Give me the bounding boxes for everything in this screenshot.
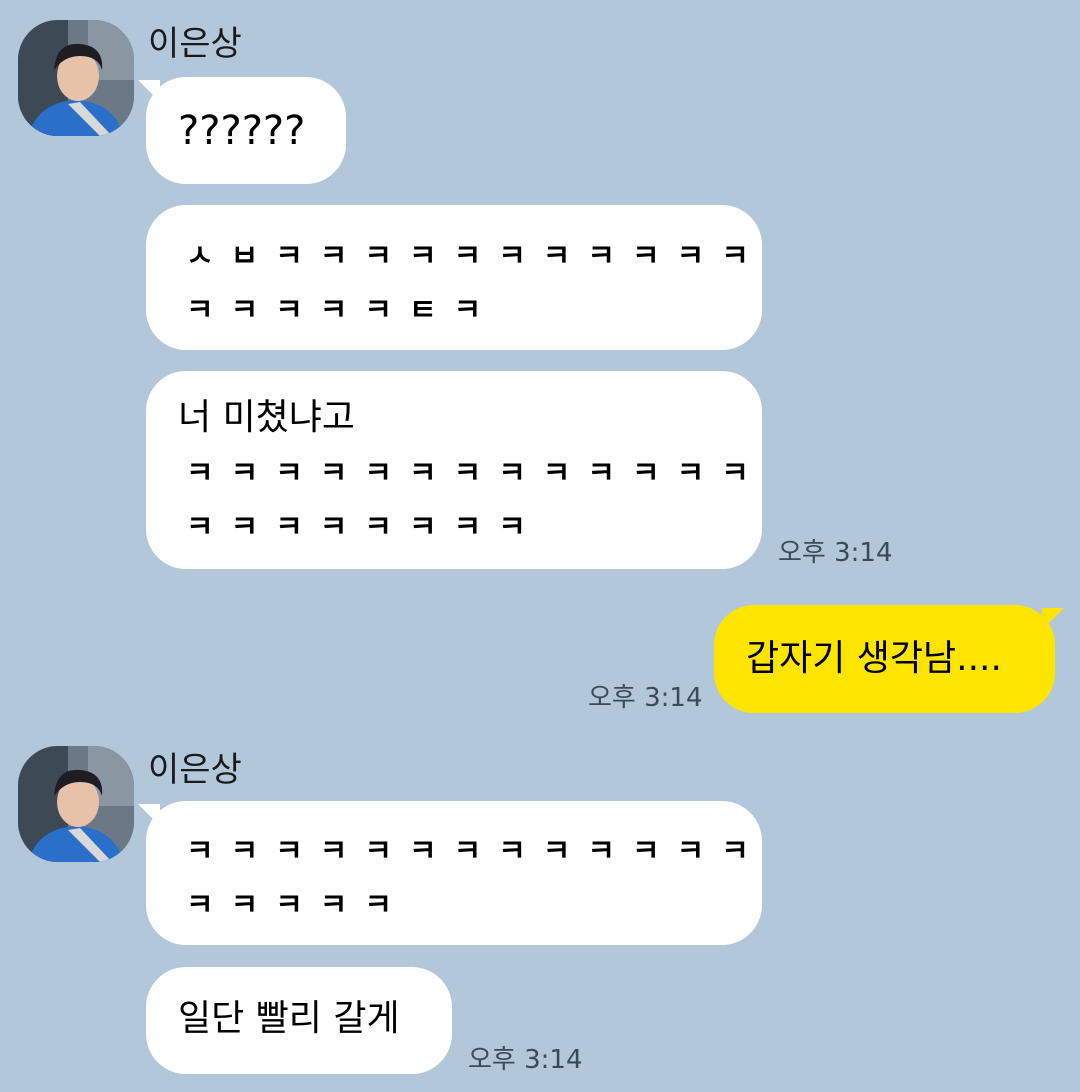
- message-text-line: ㅅㅂㅋㅋㅋㅋㅋㅋㅋㅋㅋㅋㅋ: [186, 239, 766, 274]
- message-time: 오후 3:14: [468, 1045, 583, 1075]
- message-text-line: ㅋㅋㅋㅋㅋㅌㅋ: [186, 293, 499, 328]
- sender-name: 이은상: [148, 750, 242, 790]
- message-text-line: 너 미쳤냐고: [178, 397, 356, 438]
- avatar-photo-icon: [18, 20, 134, 136]
- bubble-tail: [1042, 608, 1064, 630]
- sender-avatar[interactable]: [18, 746, 134, 862]
- message-time: 오후 3:14: [588, 683, 703, 713]
- sender-name: 이은상: [148, 24, 242, 64]
- message-text: 일단 빨리 갈게: [178, 998, 400, 1039]
- message-bubble[interactable]: ㅋㅋㅋㅋㅋㅋㅋㅋㅋㅋㅋㅋㅋ ㅋㅋㅋㅋㅋ: [146, 801, 762, 945]
- message-text-line: ㅋㅋㅋㅋㅋ: [186, 888, 409, 923]
- message-text: 갑자기 생각남....: [746, 638, 1002, 679]
- message-text-line: ㅋㅋㅋㅋㅋㅋㅋㅋㅋㅋㅋㅋㅋ: [186, 456, 766, 491]
- message-text-line: ㅋㅋㅋㅋㅋㅋㅋㅋ: [186, 510, 543, 545]
- sender-avatar[interactable]: [18, 20, 134, 136]
- avatar-photo-icon: [18, 746, 134, 862]
- my-message-bubble[interactable]: 갑자기 생각남....: [714, 605, 1055, 713]
- message-bubble[interactable]: 너 미쳤냐고 ㅋㅋㅋㅋㅋㅋㅋㅋㅋㅋㅋㅋㅋ ㅋㅋㅋㅋㅋㅋㅋㅋ: [146, 371, 762, 569]
- message-bubble[interactable]: ??????: [146, 77, 346, 184]
- message-text: ??????: [178, 108, 306, 154]
- message-text-line: ㅋㅋㅋㅋㅋㅋㅋㅋㅋㅋㅋㅋㅋ: [186, 834, 766, 869]
- message-bubble[interactable]: ㅅㅂㅋㅋㅋㅋㅋㅋㅋㅋㅋㅋㅋ ㅋㅋㅋㅋㅋㅌㅋ: [146, 205, 762, 350]
- message-time: 오후 3:14: [778, 538, 893, 568]
- message-bubble[interactable]: 일단 빨리 갈게: [146, 967, 452, 1074]
